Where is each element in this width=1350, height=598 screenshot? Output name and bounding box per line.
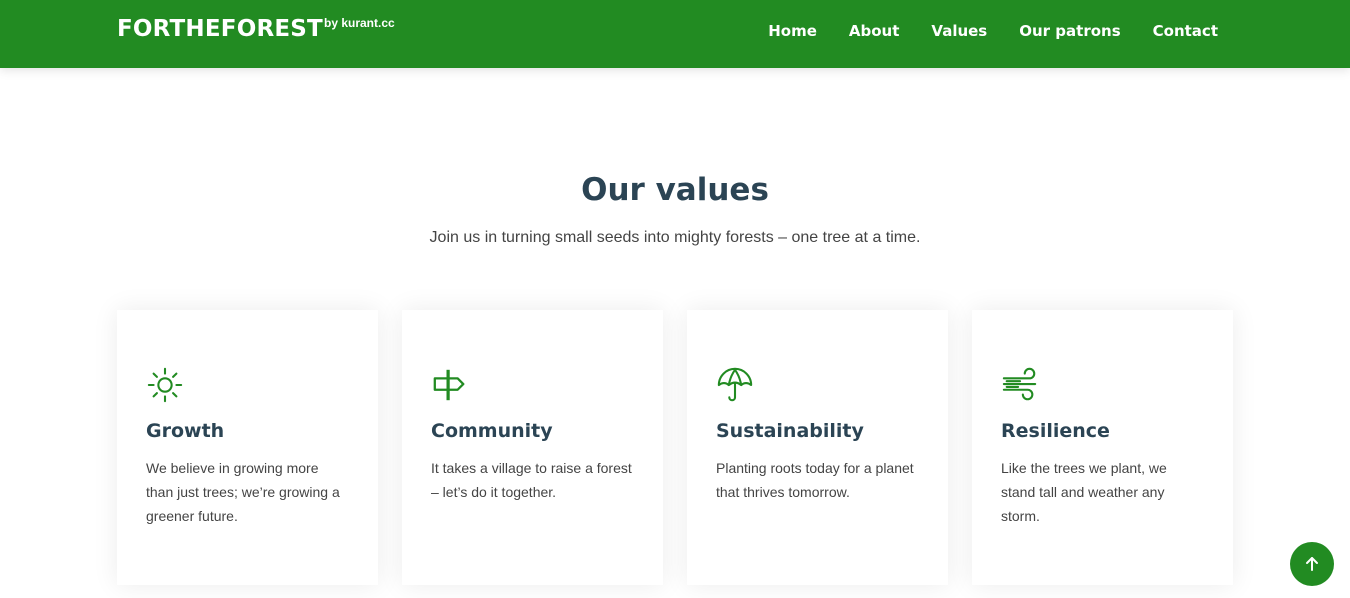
value-card-growth: Growth We believe in growing more than j…: [117, 310, 378, 585]
value-card-sustainability: Sustainability Planting roots today for …: [687, 310, 948, 585]
card-title: Resilience: [1001, 420, 1110, 442]
value-card-community: Community It takes a village to raise a …: [402, 310, 663, 585]
card-text: It takes a village to raise a forest – l…: [431, 460, 632, 500]
nav-item-about[interactable]: About: [849, 22, 900, 40]
nav-item-values[interactable]: Values: [931, 22, 987, 40]
back-to-top-button[interactable]: [1290, 542, 1334, 586]
card-text: We believe in growing more than just tre…: [146, 460, 340, 524]
card-text: Like the trees we plant, we stand tall a…: [1001, 460, 1167, 524]
nav-item-home[interactable]: Home: [768, 22, 817, 40]
umbrella-icon: [717, 367, 753, 402]
nav-item-contact[interactable]: Contact: [1153, 22, 1218, 40]
card-text: Planting roots today for a planet that t…: [716, 460, 914, 500]
value-card-resilience: Resilience Like the trees we plant, we s…: [972, 310, 1233, 585]
values-cards: Growth We believe in growing more than j…: [117, 310, 1233, 585]
site-logo-subtitle: by kurant.cc: [324, 16, 395, 30]
site-logo[interactable]: FORTHEFOREST: [117, 16, 323, 42]
section-title: Our values: [581, 172, 769, 208]
card-title: Growth: [146, 420, 225, 442]
card-title: Sustainability: [716, 420, 864, 442]
main-nav: Home About Values Our patrons Contact: [736, 0, 1218, 62]
signpost-icon: [433, 369, 465, 401]
section-subtitle: Join us in turning small seeds into migh…: [429, 229, 921, 246]
nav-item-our-patrons[interactable]: Our patrons: [1019, 22, 1120, 40]
site-header: FORTHEFOREST by kurant.cc Home About Val…: [0, 0, 1350, 68]
sun-icon: [147, 367, 183, 403]
card-title: Community: [431, 420, 553, 442]
wind-icon: [1002, 367, 1037, 401]
arrow-up-icon: [1306, 557, 1318, 571]
